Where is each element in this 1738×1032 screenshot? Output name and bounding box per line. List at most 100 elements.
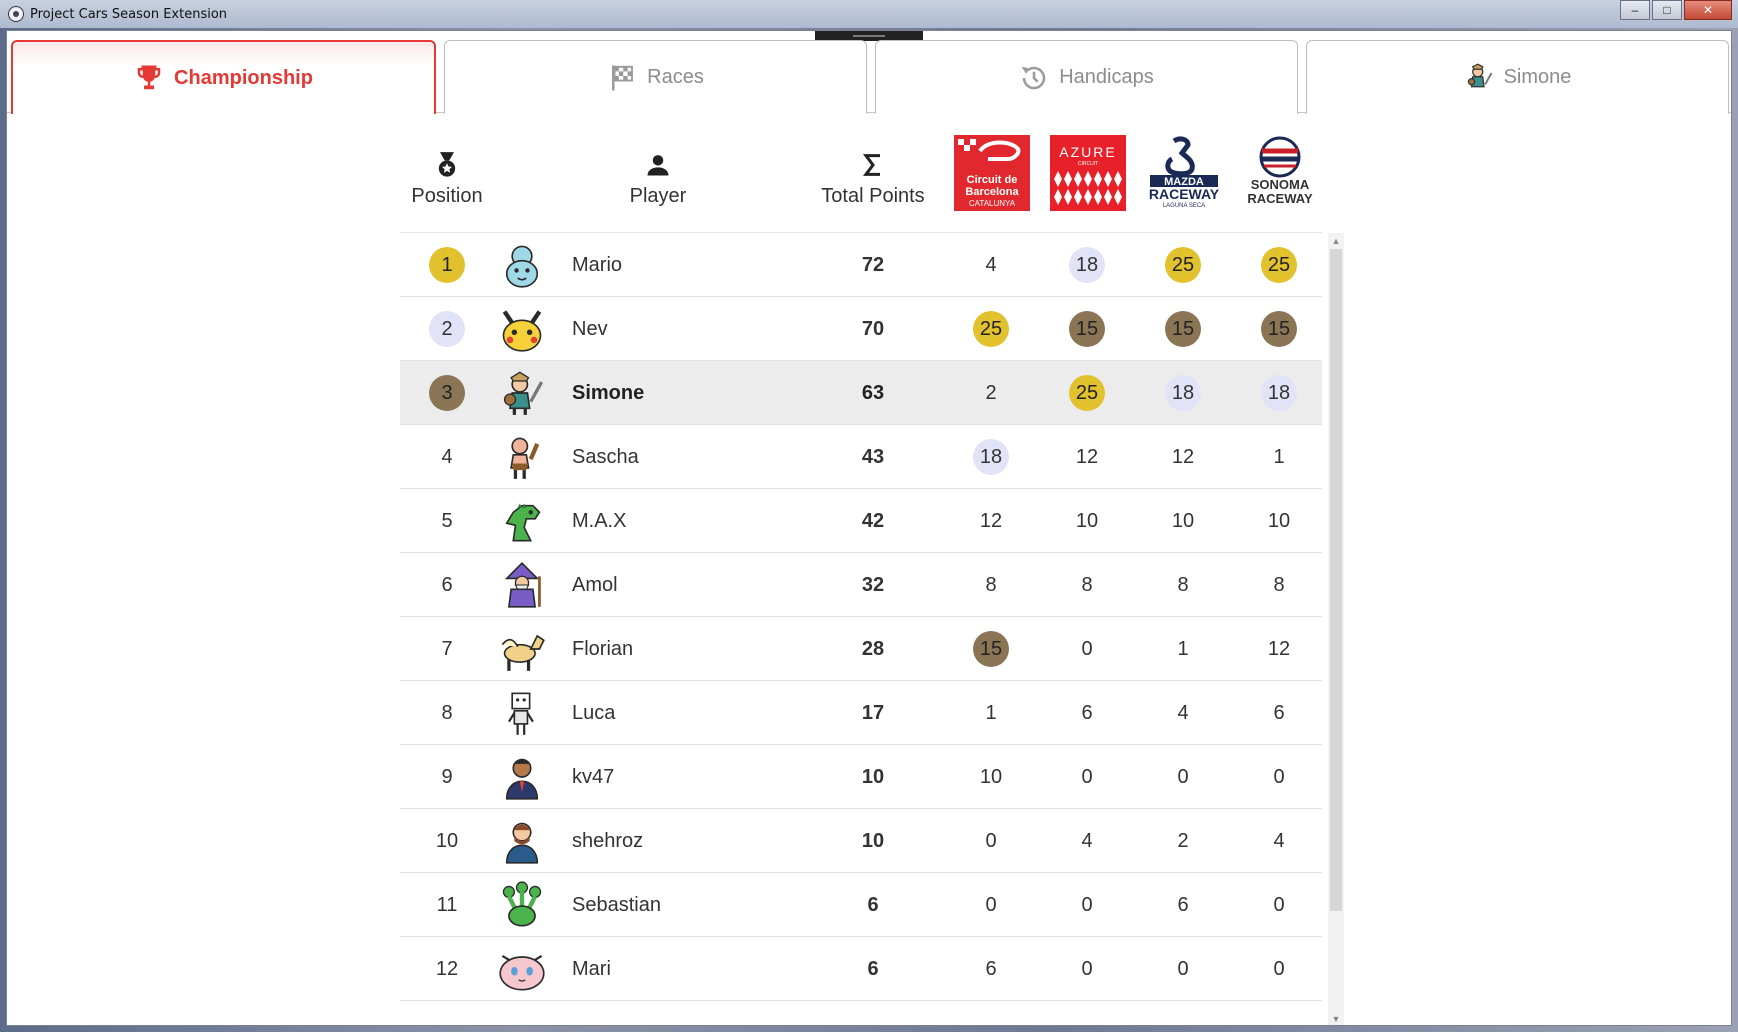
position-medal-badge: 3	[429, 375, 465, 411]
race-points-value: 8	[1273, 573, 1285, 596]
position-value: 4	[441, 445, 453, 468]
race-points-badge: 18	[1165, 375, 1201, 411]
track-logo-azure[interactable]: AZURE CIRCUIT	[1050, 135, 1126, 211]
race-points-value: 0	[1273, 957, 1285, 980]
player-name: kv47	[572, 765, 615, 788]
race-points-value: 6	[1081, 701, 1093, 724]
race-points-value: 0	[1273, 765, 1285, 788]
position-cell: 5	[400, 489, 494, 553]
knight-avatar-icon	[1467, 63, 1492, 87]
hydra-avatar-icon	[498, 873, 546, 937]
checkered-flag-icon	[612, 65, 634, 90]
position-cell: 8	[400, 681, 494, 745]
race-points-value: 1	[1273, 445, 1285, 468]
minimize-button[interactable]: –	[1620, 0, 1650, 20]
race-points-value: 12	[979, 509, 1003, 532]
race-points-cell: 10	[1242, 489, 1316, 553]
race-points-badge: 18	[973, 439, 1009, 475]
race-points-badge: 15	[1261, 311, 1297, 347]
race-points-cell: 18	[954, 425, 1028, 489]
table-row[interactable]: 12 Mari 6 6 0 0 0	[400, 937, 1322, 1001]
header-position[interactable]: Position	[400, 125, 494, 233]
table-row[interactable]: 2 Nev 70 25 15 15 15	[400, 297, 1322, 361]
table-row[interactable]: 10 shehroz 10 0 4 2 4	[400, 809, 1322, 873]
race-points-cell: 4	[1242, 809, 1316, 873]
race-points-value: 4	[1273, 829, 1285, 852]
race-points-value: 1	[1177, 637, 1189, 660]
header-total-points[interactable]: Total Points	[818, 125, 928, 233]
position-value: 5	[441, 509, 453, 532]
position-cell: 2	[400, 297, 494, 361]
race-points-cell: 10	[1050, 489, 1124, 553]
player-name: Florian	[572, 637, 634, 660]
race-points-badge: 25	[973, 311, 1009, 347]
race-points-cell: 6	[1050, 681, 1124, 745]
race-points-value: 6	[1273, 701, 1285, 724]
scroll-down-icon[interactable]: ▼	[1328, 1011, 1344, 1025]
title-bar: Project Cars Season Extension – □ ✕	[0, 0, 1738, 28]
bearded-man-avatar-icon	[498, 809, 546, 873]
svg-text:RACEWAY: RACEWAY	[1247, 191, 1313, 206]
header-player[interactable]: Player	[498, 125, 818, 233]
race-points-cell: 8	[1050, 553, 1124, 617]
race-points-cell: 25	[1146, 233, 1220, 297]
table-row[interactable]: 4 Sascha 43 18 12 12 1	[400, 425, 1322, 489]
dinosaur-avatar-icon	[498, 489, 546, 553]
race-points-cell: 6	[954, 937, 1028, 1001]
player-name: Mari	[572, 957, 611, 980]
track-logo-sonoma[interactable]: SONOMA RACEWAY	[1242, 135, 1318, 211]
app-window: Championship Races Handicaps Simone Posi…	[6, 30, 1732, 1026]
position-value: 7	[441, 637, 453, 660]
race-points-badge: 15	[973, 631, 1009, 667]
table-row[interactable]: 6 Amol 32 8 8 8 8	[400, 553, 1322, 617]
table-row[interactable]: 9 kv47 10 10 0 0 0	[400, 745, 1322, 809]
position-medal-badge: 1	[429, 247, 465, 283]
total-points: 63	[861, 381, 885, 404]
medal-icon	[438, 151, 456, 177]
track-logo-mazda-raceway[interactable]: MAZDA RACEWAY LAGUNA SECA	[1146, 135, 1222, 211]
table-row[interactable]: 3 Simone 63 2 25 18 18	[400, 361, 1322, 425]
position-cell: 11	[400, 873, 494, 937]
table-row[interactable]: 5 M.A.X 42 12 10 10 10	[400, 489, 1322, 553]
scroll-thumb[interactable]	[1330, 249, 1342, 911]
race-points-cell: 12	[1146, 425, 1220, 489]
table-row[interactable]: 11 Sebastian 6 0 0 6 0	[400, 873, 1322, 937]
total-points: 43	[861, 445, 885, 468]
player-name: Sascha	[572, 445, 639, 468]
total-points: 70	[861, 317, 885, 340]
position-value: 6	[441, 573, 453, 596]
table-row[interactable]	[400, 1001, 1322, 1025]
knight-avatar-icon	[498, 361, 546, 425]
tab-handicaps[interactable]: Handicaps	[875, 40, 1298, 114]
businessman-avatar-icon	[498, 745, 546, 809]
tab-championship[interactable]: Championship	[11, 40, 436, 114]
race-points-value: 12	[1267, 637, 1291, 660]
race-points-value: 1	[985, 701, 997, 724]
tab-races[interactable]: Races	[444, 40, 867, 114]
total-points: 42	[861, 509, 885, 532]
table-row[interactable]: 7 Florian 28 15 0 1 12	[400, 617, 1322, 681]
race-points-cell: 8	[954, 553, 1028, 617]
tab-simone[interactable]: Simone	[1306, 40, 1729, 114]
mew-avatar-icon	[498, 937, 546, 1001]
mazda-raceway-logo-icon: MAZDA RACEWAY LAGUNA SECA	[1149, 136, 1220, 209]
track-logo-barcelona[interactable]: Circuit de Barcelona CATALUNYA	[954, 135, 1030, 211]
position-cell: 6	[400, 553, 494, 617]
race-points-cell: 18	[1242, 361, 1316, 425]
table-row[interactable]: 1 Mario 72 4 18 25 25	[400, 233, 1322, 297]
scroll-up-icon[interactable]: ▲	[1328, 233, 1344, 249]
race-points-cell: 0	[1146, 745, 1220, 809]
svg-text:CATALUNYA: CATALUNYA	[969, 199, 1016, 208]
race-points-cell: 1	[1146, 617, 1220, 681]
race-points-cell: 18	[1050, 233, 1124, 297]
svg-text:AZURE: AZURE	[1059, 144, 1116, 160]
race-points-value: 0	[1081, 957, 1093, 980]
race-points-value: 8	[1177, 573, 1189, 596]
race-points-cell: 4	[954, 233, 1028, 297]
close-button[interactable]: ✕	[1684, 0, 1732, 20]
table-row[interactable]: 8 Luca 17 1 6 4 6	[400, 681, 1322, 745]
maximize-button[interactable]: □	[1652, 0, 1682, 20]
scrollbar[interactable]: ▲ ▼	[1328, 233, 1344, 1025]
standings-table: Position Player Total Points Circuit de …	[400, 125, 1346, 1025]
position-cell: 10	[400, 809, 494, 873]
